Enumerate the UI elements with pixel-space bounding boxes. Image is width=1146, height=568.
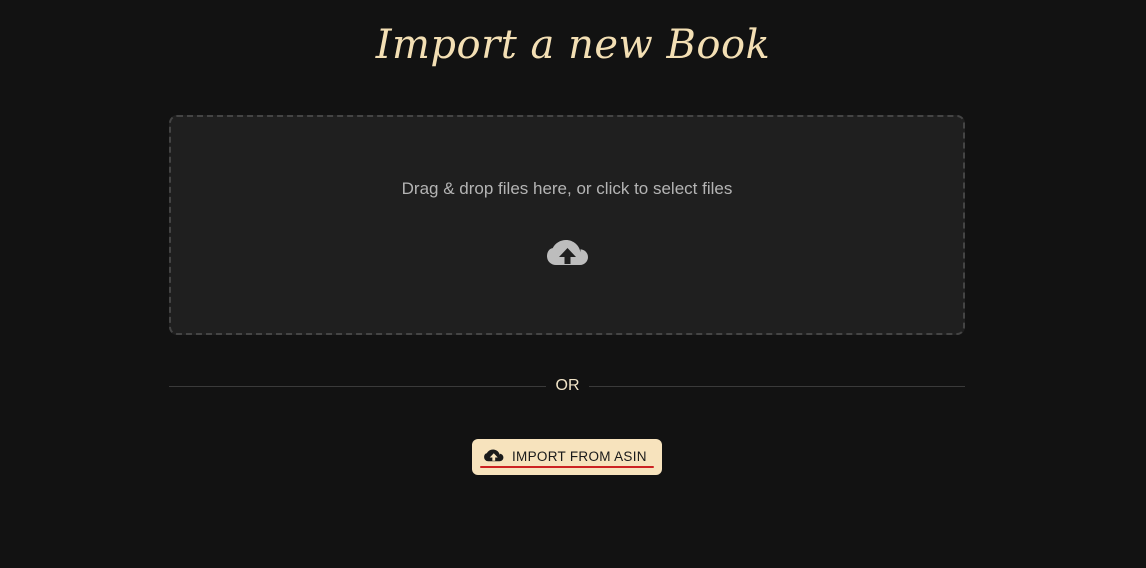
divider-line-right — [589, 386, 965, 387]
import-from-asin-label: IMPORT FROM ASIN — [512, 449, 647, 464]
or-divider: OR — [169, 374, 965, 398]
cloud-upload-icon — [547, 240, 588, 265]
page-title: Import a new Book — [375, 22, 771, 68]
cloud-upload-icon — [484, 449, 504, 462]
divider-line-left — [169, 386, 546, 387]
import-from-asin-button[interactable]: IMPORT FROM ASIN — [472, 439, 662, 475]
button-underline — [480, 466, 654, 468]
divider-label: OR — [555, 377, 580, 394]
import-book-page: Import a new Book Drag & drop files here… — [0, 0, 1146, 568]
dropzone-text: Drag & drop files here, or click to sele… — [401, 179, 733, 198]
file-dropzone[interactable]: Drag & drop files here, or click to sele… — [169, 115, 965, 335]
